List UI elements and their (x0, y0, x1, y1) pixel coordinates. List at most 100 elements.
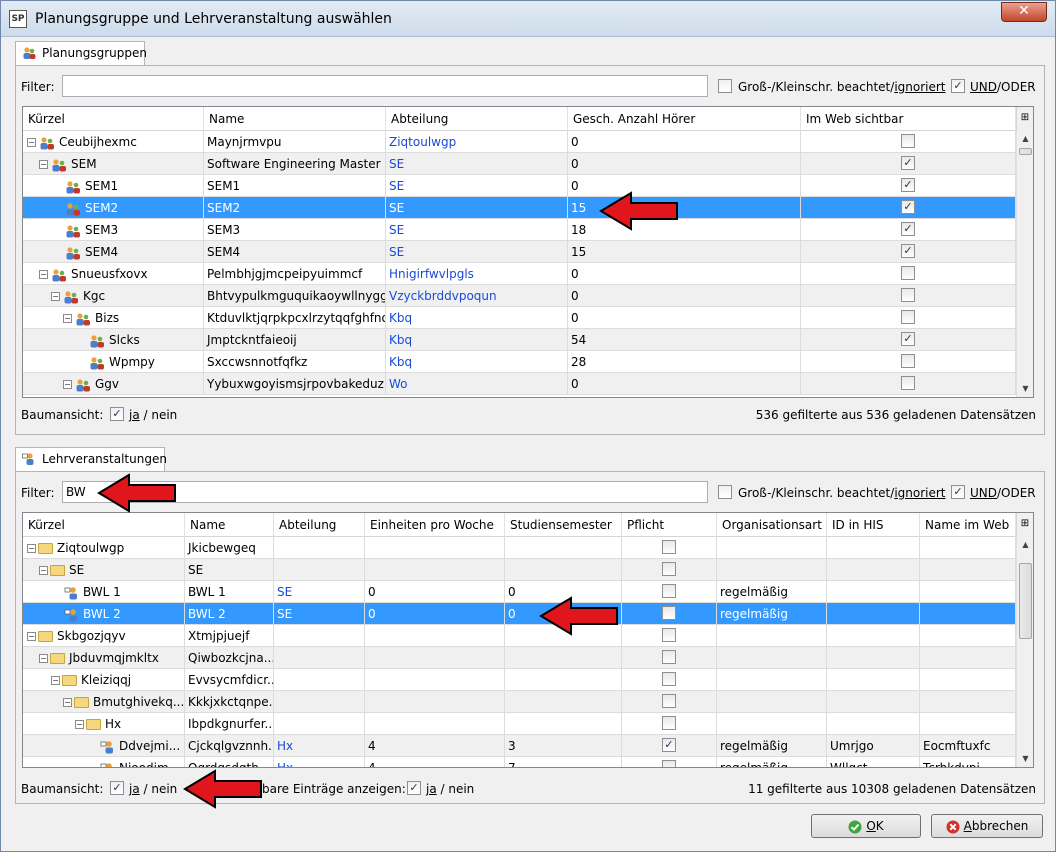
tab-planungsgruppen[interactable]: Planungsgruppen (15, 41, 147, 65)
grid-cell[interactable] (920, 559, 1016, 581)
collapse-icon[interactable]: − (39, 160, 48, 169)
collapse-icon[interactable]: − (27, 138, 36, 147)
grid-cell[interactable] (365, 625, 505, 647)
cell-link[interactable]: SE (389, 157, 404, 171)
column-chooser-icon[interactable]: ⊞ (1016, 513, 1033, 537)
grid-cell[interactable]: SE (274, 603, 365, 625)
table-row[interactable]: Wpmpy Sxccwsnnotfqfkz Kbq 28 (23, 351, 1016, 373)
grid-cell[interactable] (827, 669, 920, 691)
row-checkbox[interactable]: ✓ (901, 244, 915, 258)
grid-cell[interactable] (717, 625, 827, 647)
column-header[interactable]: ID in HIS (827, 513, 920, 537)
table-row[interactable]: Slcks Jmptckntfaieoij Kbq 54 ✓ (23, 329, 1016, 351)
grid-cell[interactable]: 0 (568, 307, 801, 329)
cell-link[interactable]: SE (389, 245, 404, 259)
grid-cell[interactable] (365, 647, 505, 669)
table-row[interactable]: Nioodim... Oqrdqsdgth... Hx 4 7 regelmäßig Wll… (23, 757, 1016, 767)
grid-cell[interactable] (622, 647, 717, 669)
tree-cell[interactable]: BWL 2 (23, 603, 185, 625)
table-row[interactable]: − Ggv Yybuxwgoyismsjrpovbakeduz... Wo 0 (23, 373, 1016, 395)
row-checkbox[interactable]: ✓ (662, 738, 676, 752)
collapse-icon[interactable]: − (75, 720, 84, 729)
grid-cell[interactable] (920, 537, 1016, 559)
row-checkbox[interactable] (662, 584, 676, 598)
tree-cell[interactable]: Wpmpy (23, 351, 204, 373)
cell-link[interactable]: SE (389, 179, 404, 193)
grid-cell[interactable]: Software Engineering Master (204, 153, 386, 175)
grid-cell[interactable] (274, 625, 365, 647)
column-header[interactable]: Gesch. Anzahl Hörer (568, 107, 801, 131)
grid-cell[interactable] (505, 691, 622, 713)
row-checkbox[interactable]: ✓ (901, 200, 915, 214)
grid-cell[interactable]: Bhtvypulkmguquikaoywllnygg... (204, 285, 386, 307)
collapse-icon[interactable]: − (51, 676, 60, 685)
grid-cell[interactable]: ✓ (801, 241, 1016, 263)
table-row[interactable]: − SE SE (23, 559, 1016, 581)
table-row[interactable]: − Bizs Ktduvlktjqrpkpcxlrzytqqfghfno... Kbq… (23, 307, 1016, 329)
row-checkbox[interactable] (662, 716, 676, 730)
row-checkbox[interactable]: ✓ (901, 332, 915, 346)
grid-cell[interactable]: SEM4 (204, 241, 386, 263)
grid-cell[interactable]: 54 (568, 329, 801, 351)
tree-cell[interactable]: − Bmutghivekq... (23, 691, 185, 713)
cell-link[interactable]: Kbq (389, 333, 412, 347)
pg-tree-checkbox[interactable]: ✓ (110, 407, 124, 421)
grid-cell[interactable] (622, 625, 717, 647)
table-row[interactable]: − Jbduvmqjmkltx Qiwbozkcjna... (23, 647, 1016, 669)
column-header[interactable]: Kürzel (23, 513, 185, 537)
grid-cell[interactable] (920, 647, 1016, 669)
grid-cell[interactable]: ✓ (801, 175, 1016, 197)
pg-andor-checkbox[interactable]: ✓ (951, 79, 965, 93)
row-checkbox[interactable] (662, 694, 676, 708)
collapse-icon[interactable]: − (63, 698, 72, 707)
cell-link[interactable]: SE (277, 585, 292, 599)
row-checkbox[interactable] (901, 376, 915, 390)
grid-cell[interactable] (365, 559, 505, 581)
collapse-icon[interactable]: − (63, 380, 72, 389)
grid-cell[interactable]: Evvsycmfdicr... (185, 669, 274, 691)
grid-cell[interactable] (717, 559, 827, 581)
grid-cell[interactable] (274, 669, 365, 691)
table-row[interactable]: − Snueusfxovx Pelmbhjgjmcpeipyuimmcf Hnigir… (23, 263, 1016, 285)
tree-cell[interactable]: SEM2 (23, 197, 204, 219)
tree-cell[interactable]: Nioodim... (23, 757, 185, 767)
grid-cell[interactable]: Tcrhkdvpj (920, 757, 1016, 767)
pg-case-checkbox[interactable] (718, 79, 732, 93)
tree-cell[interactable]: − SEM (23, 153, 204, 175)
lv-available-checkbox[interactable]: ✓ (407, 781, 421, 795)
grid-cell[interactable]: SE (185, 559, 274, 581)
grid-cell[interactable]: Qiwbozkcjna... (185, 647, 274, 669)
grid-cell[interactable]: 4 (365, 757, 505, 767)
grid-cell[interactable] (920, 669, 1016, 691)
row-checkbox[interactable] (901, 288, 915, 302)
scroll-down-icon[interactable]: ▼ (1017, 751, 1033, 767)
grid-cell[interactable]: Sxccwsnnotfqfkz (204, 351, 386, 373)
grid-cell[interactable]: Ibpdkgnurfer... (185, 713, 274, 735)
cell-link[interactable]: SE (277, 607, 292, 621)
column-header[interactable]: Kürzel (23, 107, 204, 131)
grid-cell[interactable]: 28 (568, 351, 801, 373)
row-checkbox[interactable]: ✓ (901, 156, 915, 170)
grid-cell[interactable] (827, 537, 920, 559)
pg-filter-input[interactable] (62, 75, 708, 97)
grid-cell[interactable]: 0 (365, 581, 505, 603)
table-row[interactable]: − SEM Software Engineering Master SE 0 ✓ (23, 153, 1016, 175)
collapse-icon[interactable]: − (27, 544, 36, 553)
grid-cell[interactable]: Hx (274, 757, 365, 767)
row-checkbox[interactable] (901, 354, 915, 368)
column-header[interactable]: Name im Web (920, 513, 1016, 537)
grid-cell[interactable] (827, 647, 920, 669)
grid-cell[interactable] (827, 581, 920, 603)
lv-tree-checkbox[interactable]: ✓ (110, 781, 124, 795)
cell-link[interactable]: Vzyckbrddvpoqun (389, 289, 497, 303)
cancel-button[interactable]: Abbrechen (931, 814, 1043, 838)
grid-cell[interactable]: 0 (568, 131, 801, 153)
tree-cell[interactable]: − Bizs (23, 307, 204, 329)
grid-cell[interactable] (920, 603, 1016, 625)
table-row[interactable]: − Kleiziqqj Evvsycmfdicr... (23, 669, 1016, 691)
row-checkbox[interactable] (901, 310, 915, 324)
tree-cell[interactable]: − SE (23, 559, 185, 581)
grid-cell[interactable]: 0 (568, 153, 801, 175)
cell-link[interactable]: Hx (277, 739, 293, 753)
collapse-icon[interactable]: − (39, 566, 48, 575)
